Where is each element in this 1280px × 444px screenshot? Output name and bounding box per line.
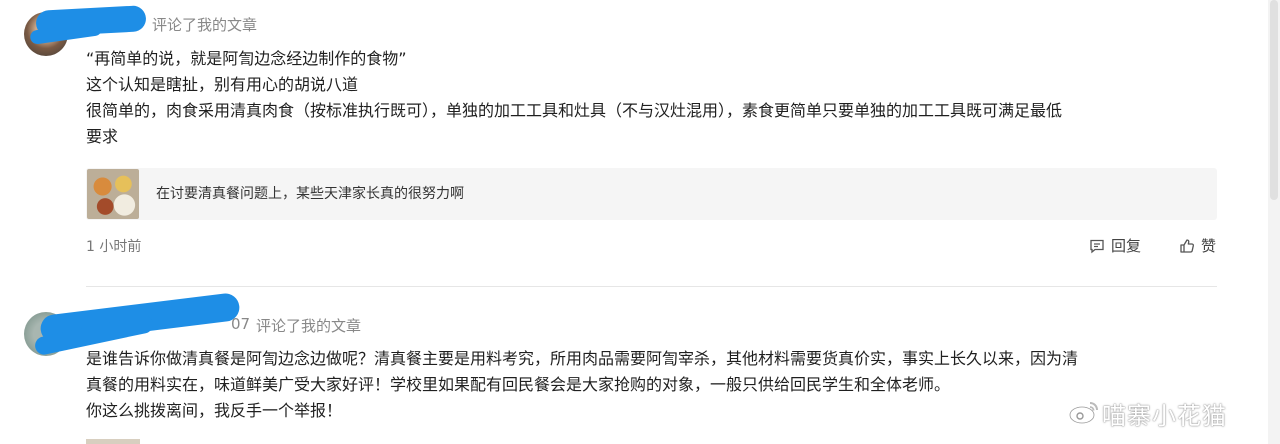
- comment-line: 你这么挑拨离间，我反手一个举报！: [86, 401, 343, 420]
- comment-item-2: 07 评论了我的文章 是谁告诉你做清真餐是阿訇边念边做呢？清真餐主要是用料考究，…: [0, 0, 1280, 444]
- weibo-logo-icon: [1068, 398, 1102, 430]
- comment-body: 是谁告诉你做清真餐是阿訇边念边做呢？清真餐主要是用料考究，所用肉品需要阿訇宰杀，…: [86, 346, 1226, 424]
- comment-line: 真餐的用料实在，味道鲜美广受大家好评！学校里如果配有回民餐会是大家抢购的对象，一…: [86, 375, 951, 394]
- comment-line: 是谁告诉你做清真餐是阿訇边念边做呢？清真餐主要是用料考究，所用肉品需要阿訇宰杀，…: [86, 349, 1079, 368]
- comment-meta-prefix: 07: [231, 315, 251, 333]
- watermark-text: 喵寨小花猫: [1102, 402, 1227, 430]
- comment-action-label: 评论了我的文章: [256, 317, 362, 335]
- article-thumbnail: [86, 439, 140, 444]
